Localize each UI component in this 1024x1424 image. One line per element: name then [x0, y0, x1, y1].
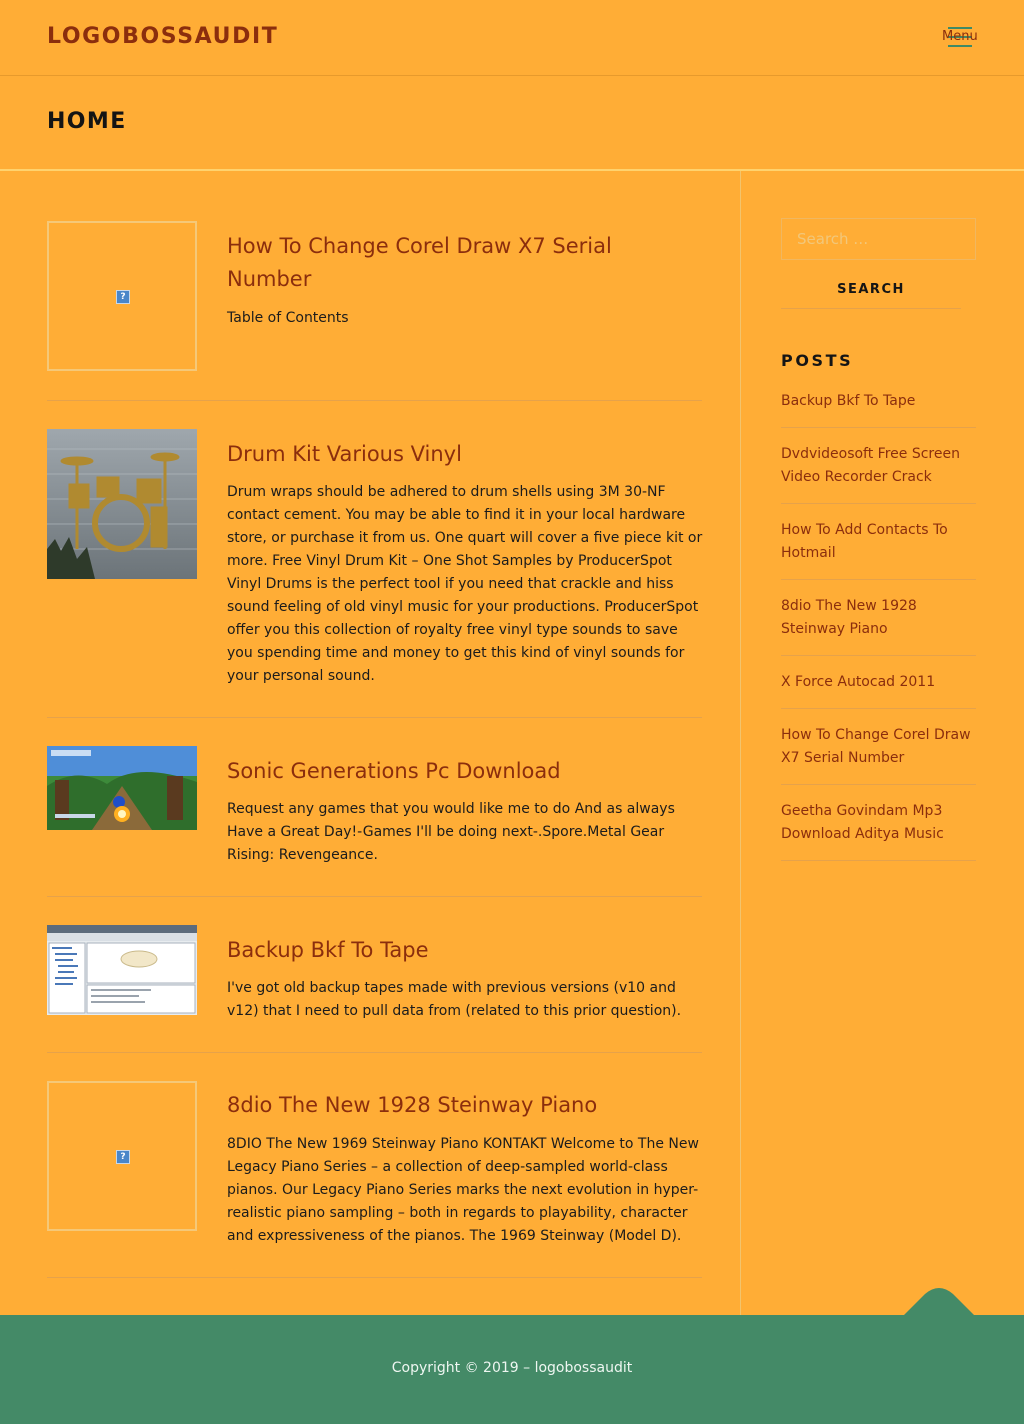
search-button[interactable]: SEARCH: [781, 272, 961, 309]
post-excerpt: I've got old backup tapes made with prev…: [227, 980, 682, 1019]
post-excerpt: Drum wraps should be adhered to drum she…: [227, 484, 703, 684]
recent-posts-list: Backup Bkf To Tape Dvdvideosoft Free Scr…: [781, 390, 976, 861]
post-item: ? How To Change Corel Draw X7 Serial Num…: [47, 221, 702, 401]
page-title-bar: HOME: [0, 76, 1024, 171]
post-thumbnail[interactable]: [47, 746, 197, 830]
recent-post-link[interactable]: Dvdvideosoft Free Screen Video Recorder …: [781, 443, 976, 489]
recent-post-item: Dvdvideosoft Free Screen Video Recorder …: [781, 428, 976, 504]
post-title[interactable]: Drum Kit Various Vinyl: [227, 438, 697, 471]
page-title: HOME: [47, 109, 127, 134]
post-thumbnail[interactable]: [47, 925, 197, 1015]
recent-post-link[interactable]: Backup Bkf To Tape: [781, 390, 976, 413]
broken-image-icon: ?: [116, 1150, 130, 1164]
drum-kit-image: [47, 429, 197, 579]
content-divider: [740, 171, 741, 1315]
sonic-game-image: [47, 746, 197, 830]
recent-post-link[interactable]: How To Change Corel Draw X7 Serial Numbe…: [781, 724, 976, 770]
posts-widget-title: POSTS: [781, 351, 854, 370]
recent-post-link[interactable]: 8dio The New 1928 Steinway Piano: [781, 595, 976, 641]
post-thumbnail[interactable]: ?: [47, 1081, 197, 1231]
post-item: Backup Bkf To Tape I've got old backup t…: [47, 925, 702, 1053]
backup-software-image: [47, 925, 197, 1015]
post-title[interactable]: Backup Bkf To Tape: [227, 934, 697, 967]
post-title[interactable]: How To Change Corel Draw X7 Serial Numbe…: [227, 230, 697, 296]
recent-post-link[interactable]: X Force Autocad 2011: [781, 671, 976, 694]
post-excerpt: 8DIO The New 1969 Steinway Piano KONTAKT…: [227, 1136, 699, 1244]
search-input[interactable]: [782, 219, 975, 259]
recent-post-item: Geetha Govindam Mp3 Download Aditya Musi…: [781, 785, 976, 861]
broken-image-icon: ?: [116, 290, 130, 304]
search-field: [781, 218, 976, 260]
recent-post-item: How To Change Corel Draw X7 Serial Numbe…: [781, 709, 976, 785]
post-title[interactable]: Sonic Generations Pc Download: [227, 755, 697, 788]
post-thumbnail[interactable]: ?: [47, 221, 197, 371]
recent-post-link[interactable]: How To Add Contacts To Hotmail: [781, 519, 976, 565]
copyright-text: Copyright © 2019 – logobossaudit: [391, 1360, 633, 1376]
scroll-to-top-button[interactable]: [903, 1288, 975, 1316]
recent-post-link[interactable]: Geetha Govindam Mp3 Download Aditya Musi…: [781, 800, 976, 846]
post-title[interactable]: 8dio The New 1928 Steinway Piano: [227, 1089, 697, 1122]
site-header: LOGOBOSSAUDIT Menu: [0, 0, 1024, 76]
recent-post-item: How To Add Contacts To Hotmail: [781, 504, 976, 580]
menu-toggle-button[interactable]: Menu: [942, 27, 982, 49]
post-excerpt: Request any games that you would like me…: [227, 801, 675, 863]
recent-post-item: 8dio The New 1928 Steinway Piano: [781, 580, 976, 656]
post-item: Sonic Generations Pc Download Request an…: [47, 746, 702, 897]
recent-post-item: Backup Bkf To Tape: [781, 390, 976, 428]
post-item: Drum Kit Various Vinyl Drum wraps should…: [47, 429, 702, 718]
post-item: ? 8dio The New 1928 Steinway Piano 8DIO …: [47, 1081, 702, 1278]
site-logo[interactable]: LOGOBOSSAUDIT: [47, 24, 278, 49]
site-footer: Copyright © 2019 – logobossaudit: [0, 1315, 1024, 1424]
recent-post-item: X Force Autocad 2011: [781, 656, 976, 709]
menu-label: Menu: [942, 29, 978, 44]
chevron-up-icon: [903, 1288, 975, 1316]
post-thumbnail[interactable]: [47, 429, 197, 579]
post-excerpt: Table of Contents: [227, 310, 349, 326]
